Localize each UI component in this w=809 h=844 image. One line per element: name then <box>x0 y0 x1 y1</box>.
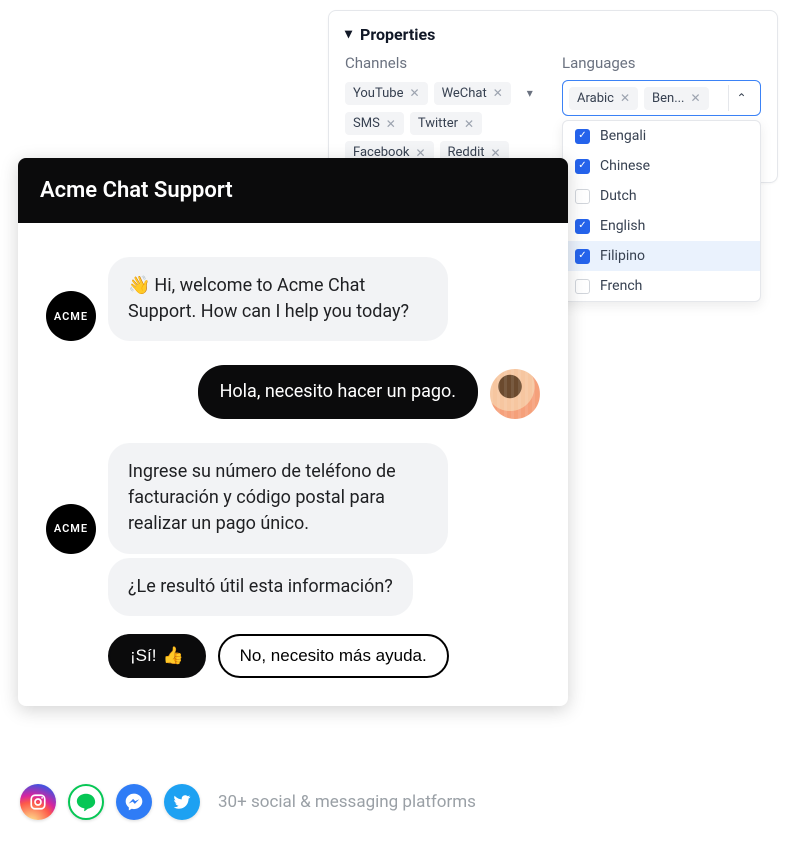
message-bubble: ¿Le resultó útil esta información? <box>108 558 413 616</box>
language-option-label: Chinese <box>600 158 650 174</box>
language-option[interactable]: Bengali <box>563 121 760 151</box>
message-row-agent: ACME 👋Hi, welcome to Acme Chat Support. … <box>46 257 540 341</box>
followup-row: ¿Le resultó útil esta información? <box>108 558 540 616</box>
thumbs-up-icon: 👍 <box>162 646 183 666</box>
message-bubble: 👋Hi, welcome to Acme Chat Support. How c… <box>108 257 448 341</box>
footer-strip: 30+ social & messaging platforms <box>20 784 476 820</box>
checkbox-icon[interactable] <box>575 129 590 144</box>
checkbox-icon[interactable] <box>575 159 590 174</box>
message-row-user: Hola, necesito hacer un pago. <box>46 365 540 419</box>
remove-tag-icon[interactable]: ✕ <box>691 91 701 105</box>
messenger-icon <box>116 784 152 820</box>
languages-column: Languages Arabic ✕ Ben... ✕ ⌃ BengaliChi… <box>562 54 761 164</box>
language-tag[interactable]: Arabic ✕ <box>569 87 638 110</box>
message-bubble: Ingrese su número de teléfono de factura… <box>108 443 448 553</box>
language-option[interactable]: Chinese <box>563 151 760 181</box>
remove-tag-icon[interactable]: ✕ <box>410 86 420 100</box>
channels-expand[interactable]: ▾ <box>517 80 543 106</box>
languages-select[interactable]: Arabic ✕ Ben... ✕ ⌃ <box>562 80 761 116</box>
channel-tag[interactable]: Twitter ✕ <box>410 112 482 135</box>
language-option-label: Filipino <box>600 248 645 264</box>
twitter-icon <box>164 784 200 820</box>
chat-body: ACME 👋Hi, welcome to Acme Chat Support. … <box>18 223 568 706</box>
checkbox-icon[interactable] <box>575 249 590 264</box>
yes-button[interactable]: ¡Sí! 👍 <box>108 634 206 678</box>
remove-tag-icon[interactable]: ✕ <box>620 91 630 105</box>
agent-avatar: ACME <box>46 504 96 554</box>
chevron-up-icon[interactable]: ⌃ <box>728 85 754 111</box>
language-option-label: French <box>600 278 642 294</box>
language-option[interactable]: English <box>563 211 760 241</box>
checkbox-icon[interactable] <box>575 279 590 294</box>
language-option-label: Bengali <box>600 128 646 144</box>
chevron-down-icon: ▾ <box>345 26 352 42</box>
channels-title: Channels <box>345 54 544 72</box>
checkbox-icon[interactable] <box>575 219 590 234</box>
properties-toggle[interactable]: ▾ Properties <box>345 25 761 44</box>
language-tag[interactable]: Ben... ✕ <box>644 87 709 110</box>
no-button[interactable]: No, necesito más ayuda. <box>218 634 449 678</box>
user-avatar <box>490 369 540 419</box>
channel-tag[interactable]: YouTube ✕ <box>345 82 428 105</box>
message-row-agent: ACME Ingrese su número de teléfono de fa… <box>46 443 540 553</box>
languages-title: Languages <box>562 54 761 72</box>
properties-title: Properties <box>360 25 435 44</box>
language-option-label: Dutch <box>600 188 637 204</box>
languages-dropdown: Bengali Chinese Dutch English Filipino French <box>562 120 761 302</box>
quick-reply-row: ¡Sí! 👍 No, necesito más ayuda. <box>108 634 540 678</box>
instagram-icon <box>20 784 56 820</box>
remove-tag-icon[interactable]: ✕ <box>386 117 396 131</box>
line-icon <box>68 784 104 820</box>
message-bubble: Hola, necesito hacer un pago. <box>198 365 478 419</box>
agent-avatar: ACME <box>46 291 96 341</box>
language-option[interactable]: Dutch <box>563 181 760 211</box>
wave-icon: 👋 <box>128 275 150 296</box>
remove-tag-icon[interactable]: ✕ <box>464 117 474 131</box>
chat-widget: Acme Chat Support ACME 👋Hi, welcome to A… <box>18 158 568 706</box>
checkbox-icon[interactable] <box>575 189 590 204</box>
chat-title: Acme Chat Support <box>18 158 568 223</box>
language-option-label: English <box>600 218 645 234</box>
language-option[interactable]: French <box>563 271 760 301</box>
remove-tag-icon[interactable]: ✕ <box>493 86 503 100</box>
channels-column: Channels YouTube ✕ WeChat ✕ ▾ SMS ✕ Twit… <box>345 54 544 164</box>
footer-text: 30+ social & messaging platforms <box>218 792 476 812</box>
language-option[interactable]: Filipino <box>563 241 760 271</box>
channel-tag[interactable]: WeChat ✕ <box>434 82 511 105</box>
channel-tag[interactable]: SMS ✕ <box>345 112 404 135</box>
